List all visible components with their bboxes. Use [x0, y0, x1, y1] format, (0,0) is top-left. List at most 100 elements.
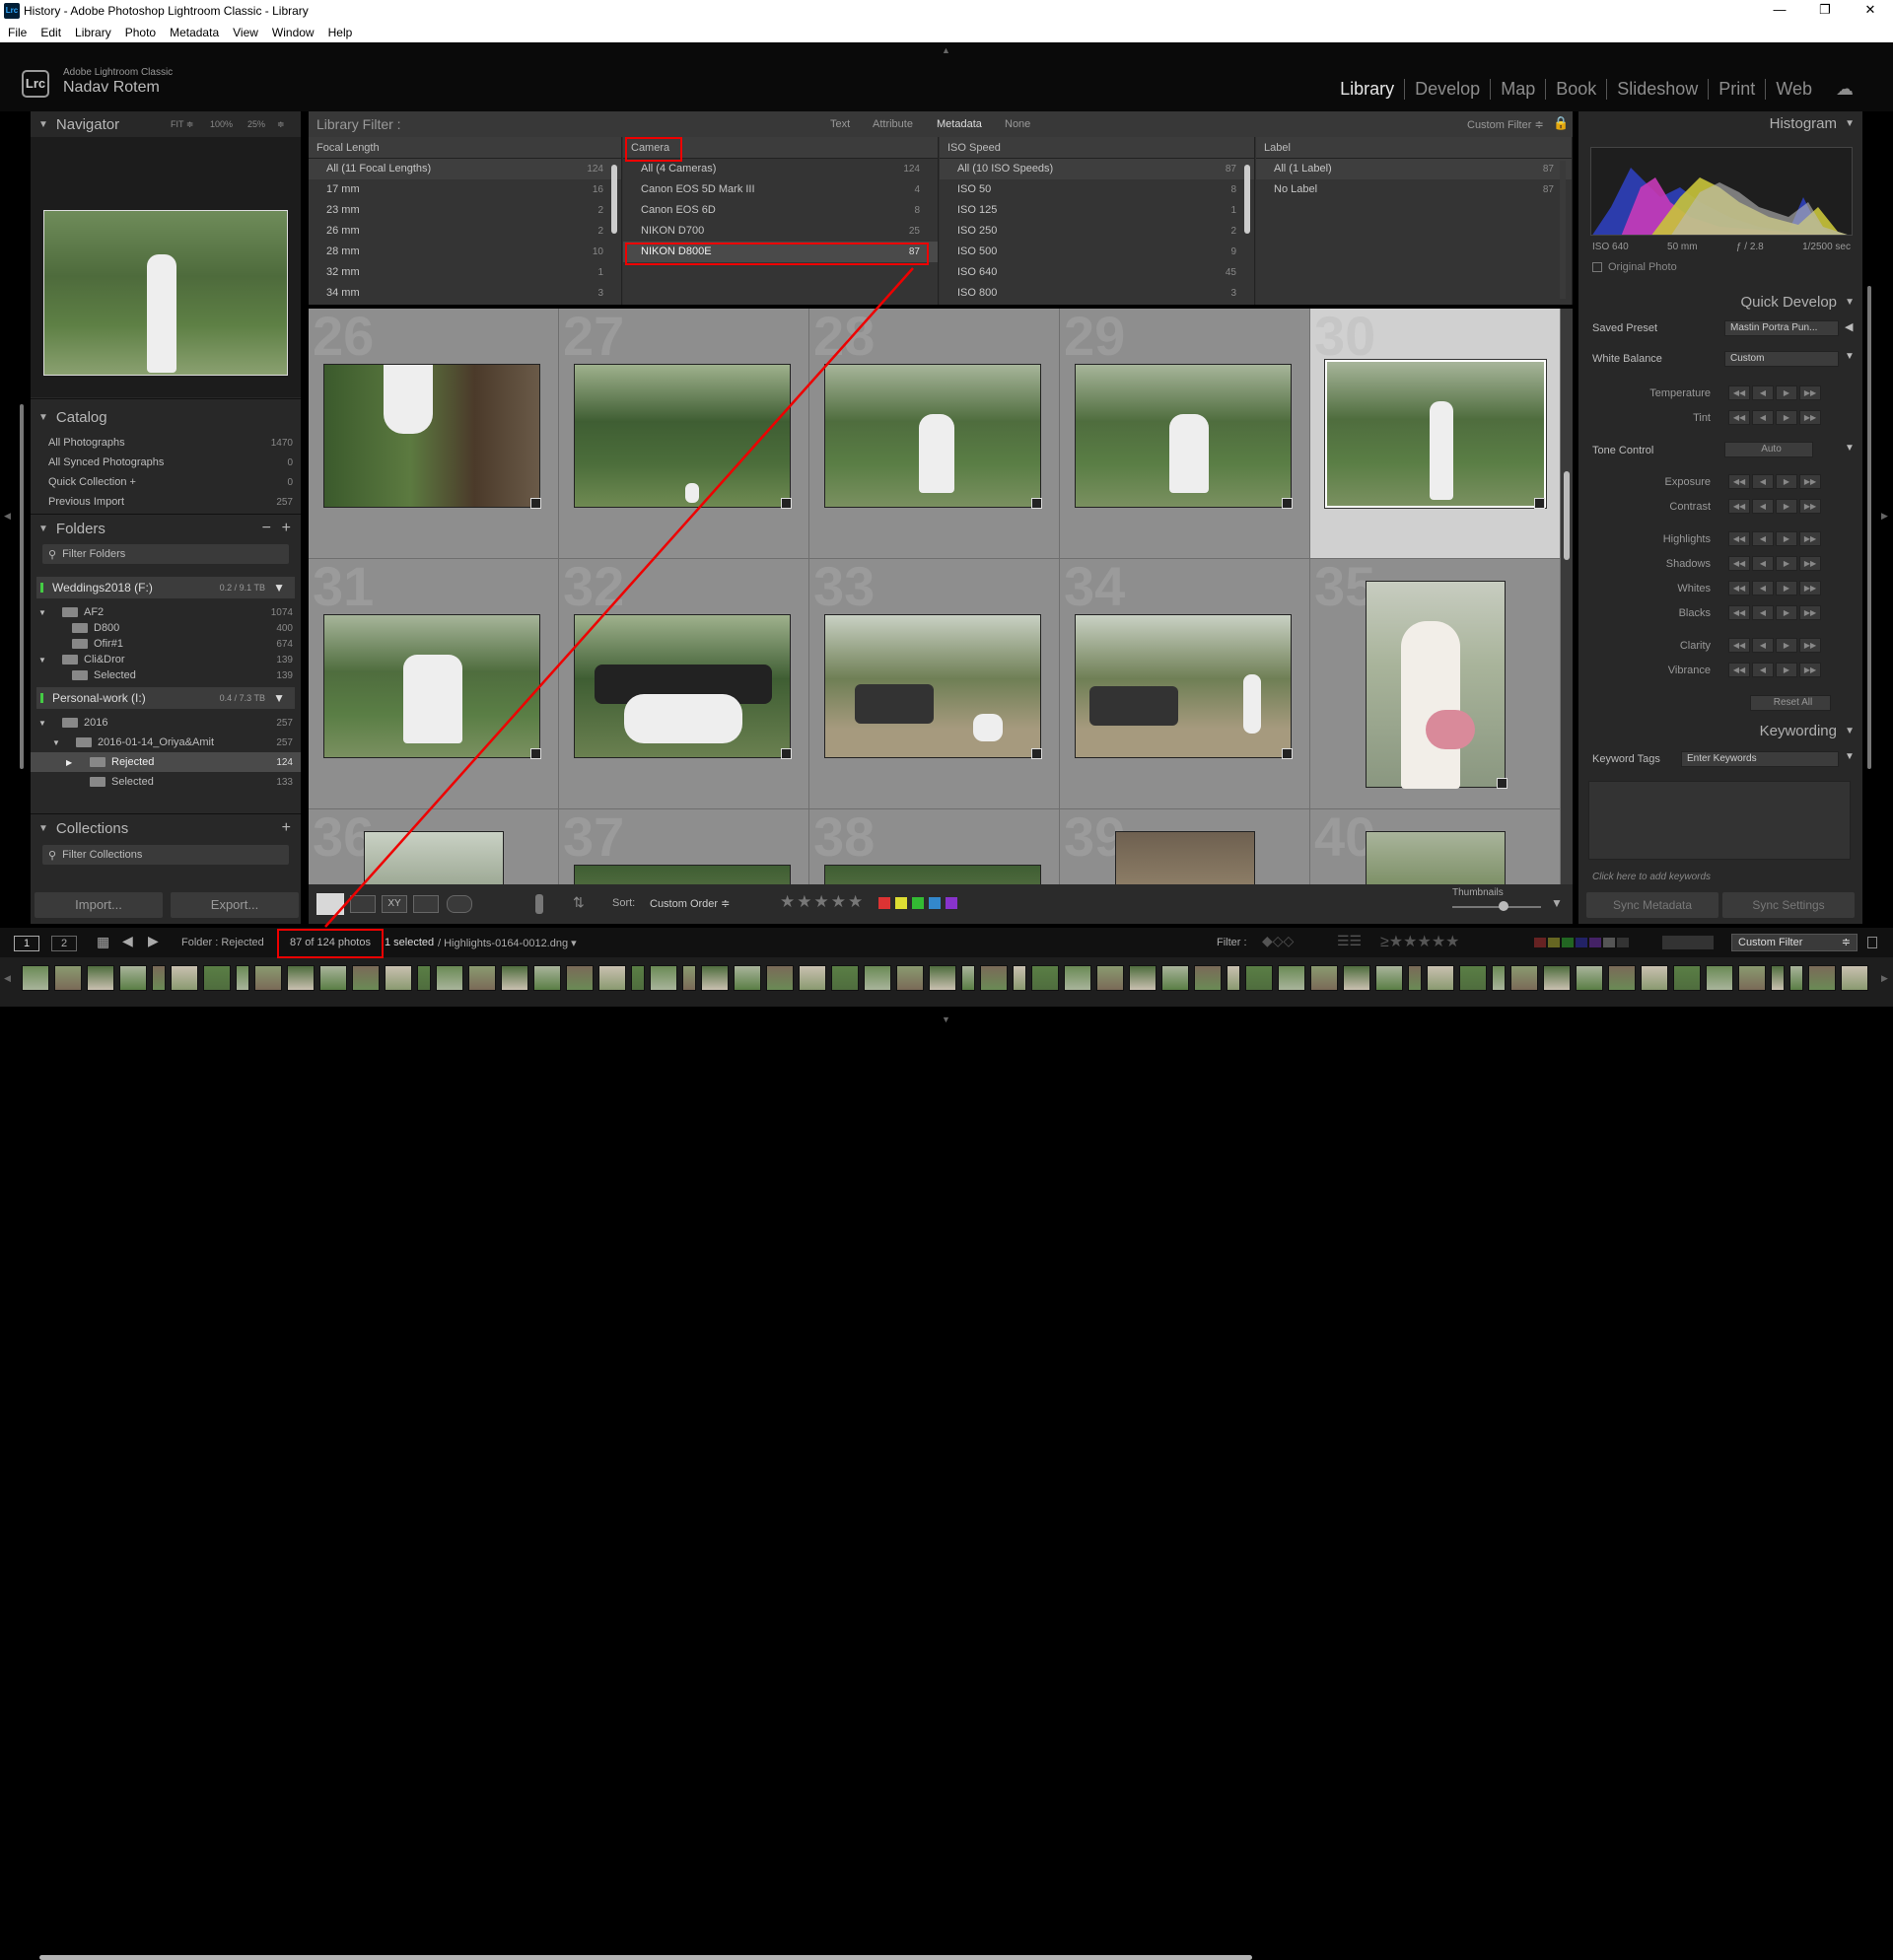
filmstrip-scrollbar[interactable] — [39, 1955, 1252, 1960]
edit-filter-icon[interactable]: ☰☰ — [1337, 933, 1362, 949]
minimize-icon[interactable]: — — [1757, 0, 1802, 22]
folder-source-label[interactable]: Folder : Rejected — [181, 937, 264, 948]
grid-cell[interactable]: 32 — [559, 559, 809, 809]
red-filter-icon[interactable] — [1534, 938, 1546, 947]
keywording-header[interactable]: Keywording ▼ — [1578, 719, 1862, 744]
blue-label-icon[interactable] — [929, 897, 941, 909]
compare-view-icon[interactable]: XY — [382, 895, 407, 913]
sync-metadata-button[interactable]: Sync Metadata — [1586, 892, 1718, 918]
checkbox-icon[interactable] — [1592, 262, 1602, 272]
filmstrip-thumbnail[interactable] — [1576, 965, 1603, 991]
kind-filter-icon[interactable] — [1662, 936, 1714, 949]
grid-cell[interactable]: 39 — [1060, 809, 1310, 884]
filmstrip-thumbnail[interactable] — [236, 965, 249, 991]
whites-buttons[interactable]: ◀◀ ◀ ▶ ▶▶ — [1728, 581, 1821, 595]
filmstrip-thumbnail[interactable] — [203, 965, 231, 991]
filmstrip-thumbnail[interactable] — [152, 965, 166, 991]
grid-cell[interactable]: 34 — [1060, 559, 1310, 809]
folder-row[interactable]: ▼ 2016 257 — [31, 713, 301, 733]
filmstrip-thumbnail[interactable] — [631, 965, 645, 991]
filmstrip-thumbnail[interactable] — [1194, 965, 1222, 991]
photo-thumbnail[interactable] — [323, 614, 540, 758]
filmstrip-thumbnail[interactable] — [734, 965, 761, 991]
filter-item[interactable]: ISO 500 9 — [940, 242, 1254, 262]
expand-left-icon[interactable]: ◀ — [1845, 320, 1853, 333]
painter-icon[interactable] — [535, 894, 543, 914]
filmstrip-thumbnail[interactable] — [980, 965, 1008, 991]
filmstrip-thumbnail[interactable] — [1808, 965, 1836, 991]
slider-thumb[interactable] — [1499, 901, 1508, 911]
photo-thumbnail[interactable] — [364, 831, 504, 884]
grid-view-icon[interactable] — [316, 893, 344, 915]
export-button[interactable]: Export... — [171, 892, 299, 918]
column-scrollbar[interactable] — [1244, 165, 1250, 234]
filmstrip-thumbnail[interactable] — [831, 965, 859, 991]
filmstrip-thumbnail[interactable] — [961, 965, 975, 991]
left-panel-scrollbar[interactable] — [20, 404, 24, 769]
grid-scrollbar[interactable] — [1561, 309, 1573, 884]
filmstrip-thumbnail[interactable] — [598, 965, 626, 991]
filmstrip-thumbnail[interactable] — [1031, 965, 1059, 991]
folder-row[interactable]: Selected 133 — [31, 772, 301, 792]
red-label-icon[interactable] — [878, 897, 890, 909]
plus-icon[interactable]: + — [282, 520, 291, 537]
filter-item[interactable]: All (10 ISO Speeds) 87 — [940, 159, 1254, 179]
filter-item[interactable]: ISO 800 3 — [940, 283, 1254, 304]
yellow-label-icon[interactable] — [895, 897, 907, 909]
filmstrip-thumbnail[interactable] — [1064, 965, 1091, 991]
photo-thumbnail[interactable] — [1115, 831, 1255, 884]
filmstrip-thumbnail[interactable] — [352, 965, 380, 991]
volume-weddings2018[interactable]: Weddings2018 (F:) 0.2 / 9.1 TB ▼ — [36, 577, 295, 598]
photo-thumbnail[interactable] — [574, 364, 791, 508]
filmstrip-thumbnail[interactable] — [650, 965, 677, 991]
clarity-buttons[interactable]: ◀◀ ◀ ▶ ▶▶ — [1728, 638, 1821, 653]
filter-item[interactable]: 23 mm 2 — [309, 200, 621, 221]
histogram-header[interactable]: Histogram ▼ — [1578, 111, 1862, 137]
screen1-button[interactable]: 1 — [14, 936, 39, 951]
filmstrip-thumbnail[interactable] — [501, 965, 528, 991]
filmstrip-thumbnail[interactable] — [701, 965, 729, 991]
edit-badge-icon[interactable] — [781, 498, 792, 509]
custom-filter-icon[interactable] — [1603, 938, 1615, 947]
filmstrip-thumbnail[interactable] — [417, 965, 431, 991]
filmstrip-thumbnail[interactable] — [799, 965, 826, 991]
filter-item[interactable]: ISO 640 45 — [940, 262, 1254, 283]
scroll-left-icon[interactable]: ◀ — [4, 973, 11, 984]
grid-icon[interactable]: ▦ — [97, 934, 109, 950]
grid-cell[interactable]: 33 — [809, 559, 1060, 809]
column-header[interactable]: Label — [1256, 137, 1572, 159]
keyword-hint[interactable]: Click here to add keywords — [1592, 872, 1711, 882]
green-label-icon[interactable] — [912, 897, 924, 909]
volume-menu-icon[interactable]: ▼ — [273, 581, 285, 595]
edit-badge-icon[interactable] — [530, 498, 541, 509]
filter-item[interactable]: All (4 Cameras) 124 — [623, 159, 938, 179]
filter-item[interactable]: All (1 Label) 87 — [1256, 159, 1572, 179]
green-filter-icon[interactable] — [1562, 938, 1574, 947]
filmstrip-thumbnail[interactable] — [54, 965, 82, 991]
menu-window[interactable]: Window — [272, 26, 315, 39]
edit-badge-icon[interactable] — [1282, 498, 1293, 509]
screen2-button[interactable]: 2 — [51, 936, 77, 951]
filter-item[interactable]: ISO 250 2 — [940, 221, 1254, 242]
grid-cell[interactable]: 31 — [309, 559, 559, 809]
edit-badge-icon[interactable] — [1534, 498, 1545, 509]
filmstrip-thumbnail[interactable] — [766, 965, 794, 991]
back-arrow-icon[interactable]: ◀ — [122, 933, 133, 949]
expand-icon[interactable]: ▼ — [38, 719, 52, 728]
lock-icon[interactable]: 🔒 — [1553, 115, 1569, 131]
plus-icon[interactable]: + — [282, 819, 291, 837]
grid-cell[interactable]: 38 — [809, 809, 1060, 884]
collections-header[interactable]: ▼ Collections + — [31, 815, 301, 841]
grid-cell[interactable]: 27 — [559, 309, 809, 559]
zoom-100[interactable]: 100% — [210, 119, 233, 129]
filter-folders-input[interactable]: ⚲ Filter Folders — [42, 544, 289, 564]
folder-row[interactable]: Selected 139 — [31, 665, 301, 685]
blacks-buttons[interactable]: ◀◀ ◀ ▶ ▶▶ — [1728, 605, 1821, 620]
collapse-bottom-icon[interactable]: ▼ — [942, 1015, 950, 1024]
filmstrip-thumbnail[interactable] — [1738, 965, 1766, 991]
filmstrip-thumbnail[interactable] — [436, 965, 463, 991]
no-label-filter-icon[interactable] — [1617, 938, 1629, 947]
import-button[interactable]: Import... — [35, 892, 163, 918]
filter-item[interactable]: All (11 Focal Lengths) 124 — [309, 159, 621, 179]
filmstrip-thumbnail[interactable] — [1096, 965, 1124, 991]
